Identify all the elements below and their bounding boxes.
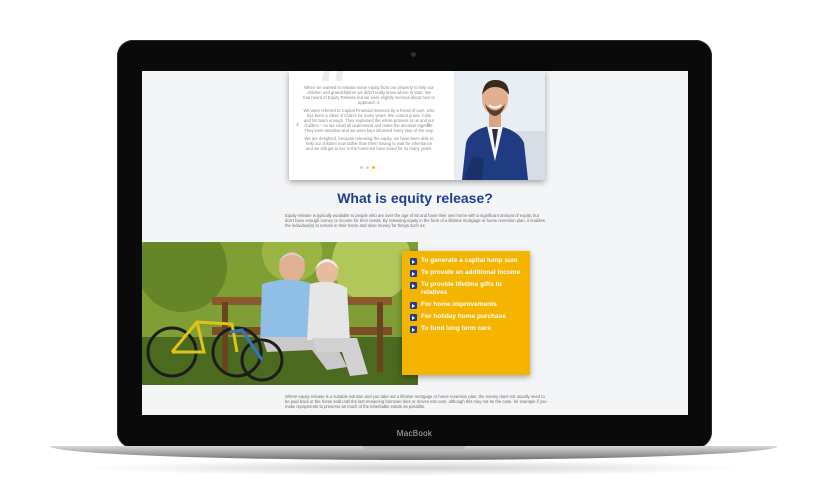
browser-viewport[interactable]: “ When we wanted to release some equity …: [142, 71, 688, 415]
list-item: To provide lifetime gifts to relatives: [410, 281, 524, 297]
testimonial-paragraph: We are delighted, because releasing the …: [304, 136, 434, 151]
testimonial-text: When we wanted to release some equity fr…: [303, 85, 435, 154]
outro-paragraph: Where equity release is a suitable solut…: [285, 394, 547, 410]
benefit-label: For holiday home purchase: [421, 313, 506, 320]
laptop-base-notch: [363, 446, 465, 451]
testimonial-card: “ When we wanted to release some equity …: [289, 71, 545, 180]
advisor-photo: [454, 71, 545, 180]
slider-dot-active[interactable]: [372, 166, 375, 169]
arrow-right-icon: [410, 258, 417, 265]
list-item: To generate a capital lump sum: [410, 257, 524, 265]
couple-photo: [142, 242, 418, 385]
arrow-right-icon: [410, 302, 417, 309]
advisor-illustration: [454, 71, 545, 180]
slider-prev-icon[interactable]: ‹: [296, 119, 299, 130]
page-title: What is equity release?: [337, 190, 493, 206]
testimonial-paragraph: We were referred to Capital Financial Se…: [303, 108, 435, 133]
arrow-right-icon: [410, 314, 417, 321]
benefits-list: To generate a capital lump sum To provid…: [402, 251, 530, 375]
arrow-right-icon: [410, 282, 417, 289]
laptop-lid: “ When we wanted to release some equity …: [117, 40, 712, 448]
list-item: To fund long term care: [410, 325, 524, 333]
camera-icon: [411, 52, 416, 57]
slider-next-icon[interactable]: ›: [427, 119, 430, 130]
slider-dots: [360, 166, 375, 169]
laptop-brand-label: MacBook: [396, 429, 433, 438]
benefit-label: To generate a capital lump sum: [421, 257, 518, 264]
arrow-right-icon: [410, 326, 417, 333]
benefit-label: To provide an additional income: [421, 269, 521, 276]
slider-dot[interactable]: [360, 166, 363, 169]
laptop-shadow: [80, 460, 750, 476]
list-item: For holiday home purchase: [410, 313, 524, 321]
couple-illustration: [142, 242, 418, 385]
slider-dot[interactable]: [366, 166, 369, 169]
benefit-label: To provide lifetime gifts to relatives: [421, 281, 502, 296]
list-item: For home improvements: [410, 301, 524, 309]
benefit-label: For home improvements: [421, 301, 497, 308]
intro-paragraph: Equity release is typically available to…: [285, 213, 545, 229]
arrow-right-icon: [410, 270, 417, 277]
benefit-label: To fund long term care: [421, 325, 491, 332]
list-item: To provide an additional income: [410, 269, 524, 277]
testimonial-paragraph: When we wanted to release some equity fr…: [303, 85, 435, 105]
